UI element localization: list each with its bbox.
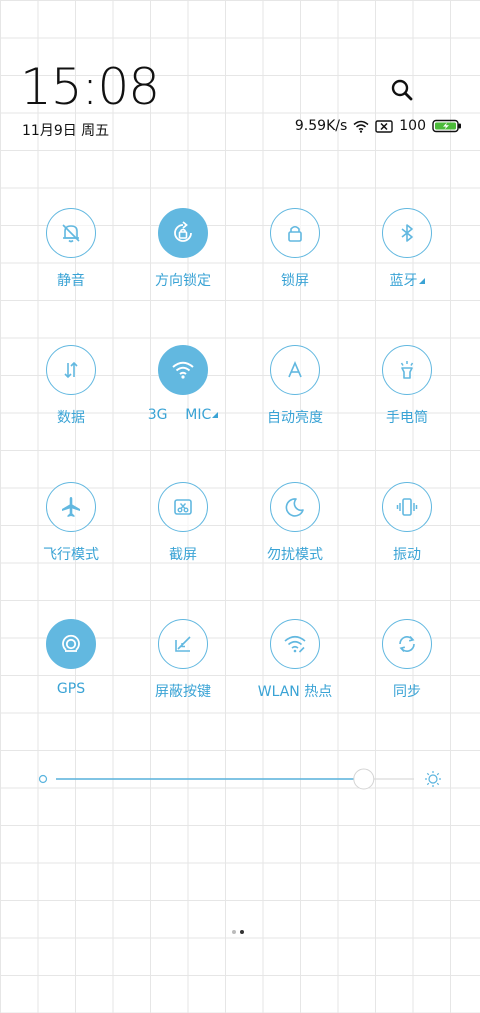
tile-label: 自动亮度: [267, 410, 323, 426]
tile-mute[interactable]: 静音: [27, 208, 117, 308]
battery-percent: 100: [399, 118, 426, 134]
tile-lock-screen[interactable]: 锁屏: [251, 208, 341, 308]
tile-label-wrap: 蓝牙: [353, 270, 461, 290]
tile-gps[interactable]: GPS: [27, 619, 117, 719]
auto-brightness-icon: [270, 345, 320, 395]
tile-screenshot[interactable]: 截屏: [139, 482, 229, 582]
tile-label: 飞行模式: [43, 547, 99, 563]
tile-label: 数据: [57, 410, 85, 426]
gps-icon: [46, 619, 96, 669]
tile-label: 蓝牙: [389, 273, 418, 289]
tile-label: 静音: [57, 273, 85, 289]
block-keys-icon: [158, 619, 208, 669]
tile-auto-brightness[interactable]: 自动亮度: [251, 345, 341, 445]
tile-hotspot[interactable]: WLAN 热点: [251, 619, 341, 719]
rotation-lock-icon: [158, 208, 208, 258]
tile-data[interactable]: 数据: [27, 345, 117, 445]
vibrate-icon: [382, 482, 432, 532]
wifi-signal-icon: [353, 120, 369, 133]
tile-block-keys[interactable]: 屏蔽按键: [139, 619, 229, 719]
tile-label: 同步: [393, 684, 421, 700]
tile-label: 屏蔽按键: [155, 684, 211, 700]
tile-vibrate[interactable]: 振动: [363, 482, 453, 582]
page-dot-1[interactable]: [232, 930, 236, 934]
battery-charging-icon: [432, 119, 461, 133]
network-speed: 9.59K/s: [294, 118, 348, 134]
airplane-icon: [46, 482, 96, 532]
tile-bluetooth[interactable]: 蓝牙: [363, 208, 453, 308]
expand-corner-icon: [212, 412, 219, 418]
tile-label: 振动: [393, 547, 421, 563]
lock-icon: [270, 208, 320, 258]
tile-label: 方向锁定: [155, 273, 211, 289]
bell-off-icon: [46, 208, 96, 258]
brightness-low-icon: [38, 774, 48, 784]
tile-do-not-disturb[interactable]: 勿扰模式: [251, 482, 341, 582]
status-indicators: 9.59K/s 100: [295, 118, 462, 134]
tile-wifi[interactable]: 3G MIC: [139, 345, 229, 445]
wifi-icon: [158, 345, 208, 395]
hotspot-icon: [270, 619, 320, 669]
tile-label: GPS: [56, 681, 86, 697]
status-area: 15:08 11月9日 周五 9.59K/s 100: [0, 0, 480, 160]
tile-sync[interactable]: 同步: [363, 619, 453, 719]
moon-icon: [270, 482, 320, 532]
brightness-slider[interactable]: [36, 766, 446, 792]
tile-airplane-mode[interactable]: 飞行模式: [27, 482, 117, 582]
tile-label: 手电筒: [386, 410, 428, 426]
no-sim-icon: [375, 119, 393, 133]
data-arrows-icon: [46, 345, 96, 395]
clock[interactable]: 15:08: [20, 58, 160, 116]
tile-label: 截屏: [169, 547, 197, 563]
page-indicator: [232, 930, 244, 934]
tile-flashlight[interactable]: 手电筒: [363, 345, 453, 445]
sync-icon: [382, 619, 432, 669]
page-dot-2[interactable]: [240, 930, 244, 934]
tile-label: 锁屏: [281, 273, 309, 289]
bluetooth-icon: [382, 208, 432, 258]
search-icon[interactable]: [388, 76, 416, 104]
tile-label: 勿扰模式: [267, 547, 323, 563]
flashlight-icon: [382, 345, 432, 395]
brightness-high-icon: [425, 771, 441, 787]
screenshot-icon: [158, 482, 208, 532]
expand-corner-icon: [418, 278, 425, 284]
tile-label: WLAN 热点: [257, 684, 333, 700]
tile-rotation-lock[interactable]: 方向锁定: [139, 208, 229, 308]
tile-label: 3G MIC: [147, 407, 212, 423]
brightness-thumb[interactable]: [353, 768, 375, 790]
tile-label-wrap: 3G MIC: [129, 407, 237, 423]
date[interactable]: 11月9日 周五: [22, 120, 109, 140]
